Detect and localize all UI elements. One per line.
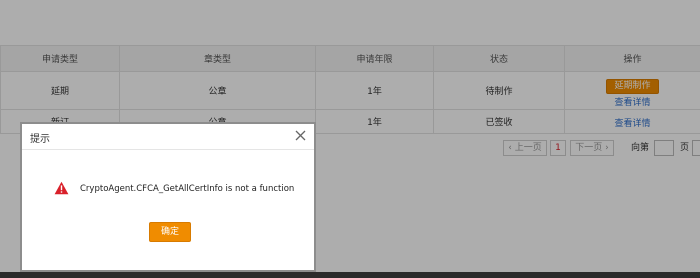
warning-icon xyxy=(54,181,69,195)
bottom-bar xyxy=(0,272,700,278)
ok-button[interactable]: 确定 xyxy=(149,222,191,242)
alert-dialog: 提示 CryptoAgent.CFCA_GetAllCertInfo is no… xyxy=(20,122,316,272)
close-icon[interactable] xyxy=(295,130,306,141)
dialog-message: CryptoAgent.CFCA_GetAllCertInfo is not a… xyxy=(80,184,295,194)
dialog-header: 提示 xyxy=(22,124,314,150)
dialog-title: 提示 xyxy=(30,134,50,145)
dialog-body: CryptoAgent.CFCA_GetAllCertInfo is not a… xyxy=(22,150,314,270)
